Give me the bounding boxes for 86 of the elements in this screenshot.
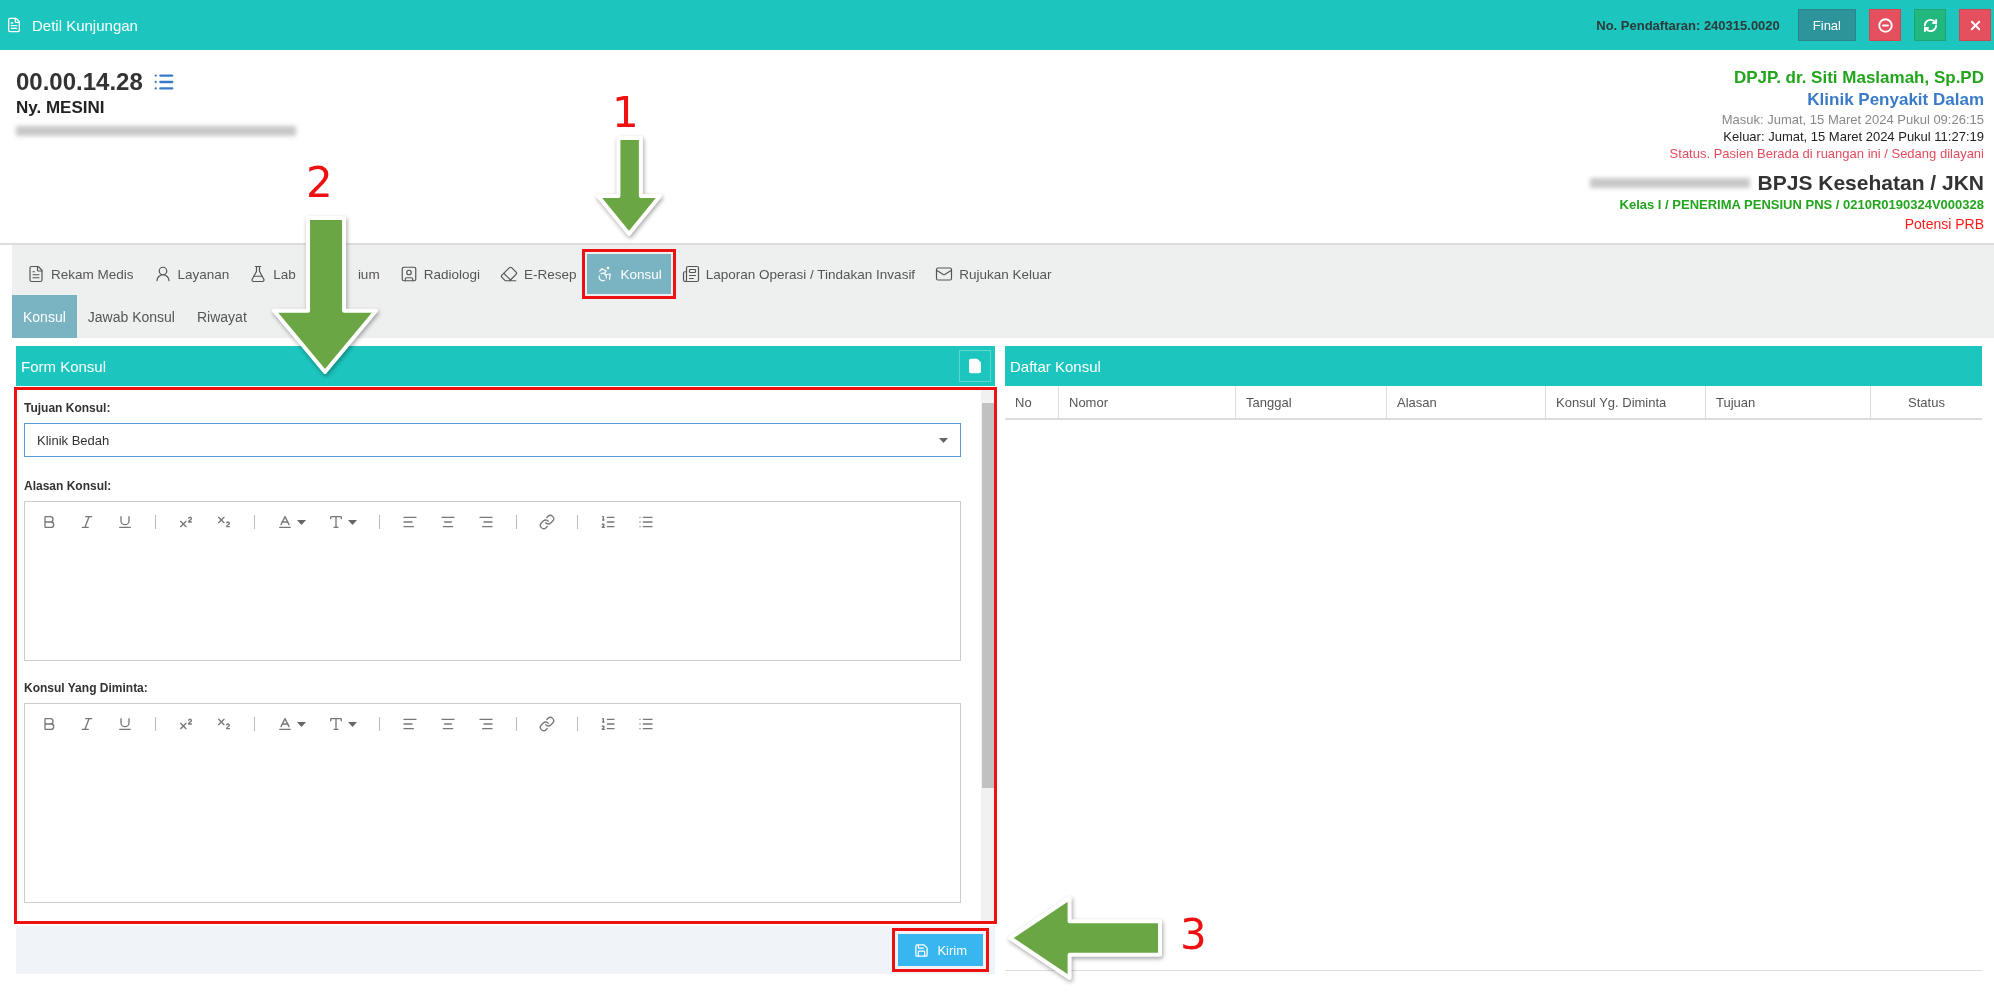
caret-icon xyxy=(348,721,357,727)
id-card-icon xyxy=(399,265,418,283)
bullet-list-icon[interactable] xyxy=(638,514,654,530)
column-header[interactable]: Tujuan xyxy=(1705,386,1870,418)
numbered-list-icon[interactable] xyxy=(600,716,616,732)
clinic-name: Klinik Penyakit Dalam xyxy=(1807,90,1984,110)
column-header[interactable]: Nomor xyxy=(1058,386,1235,418)
highlight-color-icon[interactable] xyxy=(328,716,344,732)
text-color-icon[interactable] xyxy=(277,716,293,732)
align-center-icon[interactable] xyxy=(440,514,456,530)
final-button[interactable]: Final xyxy=(1797,9,1856,41)
entry-time: Masuk: Jumat, 15 Maret 2024 Pukul 09:26:15 xyxy=(1721,112,1984,127)
step-number: 2 xyxy=(306,158,333,207)
sub-tab[interactable]: Riwayat xyxy=(186,295,258,338)
prb-note: Potensi PRB xyxy=(1904,216,1984,232)
bold-icon[interactable] xyxy=(41,716,57,732)
panel-title: Form Konsul xyxy=(21,357,107,375)
numbered-list-icon[interactable] xyxy=(600,514,616,530)
refresh-button[interactable] xyxy=(1914,9,1946,41)
link-icon[interactable] xyxy=(539,514,555,530)
minus-circle-icon xyxy=(1877,17,1893,33)
record-number: 00.00.14.28 xyxy=(16,68,143,96)
document-icon xyxy=(6,17,22,33)
subscript-icon[interactable] xyxy=(216,514,232,530)
column-header[interactable]: No xyxy=(1005,386,1058,418)
visit-status: Status. Pasien Berada di ruangan ini / Sedang dilayani xyxy=(1669,146,1984,161)
underline-icon[interactable] xyxy=(117,514,133,530)
align-left-icon[interactable] xyxy=(402,514,418,530)
column-header[interactable]: Status xyxy=(1870,386,1982,418)
column-header[interactable]: Konsul Yg. Diminta xyxy=(1545,386,1705,418)
field-label: Tujuan Konsul: xyxy=(24,401,112,415)
field-label: Konsul Yang Diminta: xyxy=(24,681,149,695)
list-icon[interactable] xyxy=(152,71,175,93)
align-right-icon[interactable] xyxy=(478,514,494,530)
bold-icon[interactable] xyxy=(41,514,57,530)
patient-name: Ny. MESINI xyxy=(16,98,106,118)
nav-tab[interactable]: E-Resep xyxy=(490,254,586,294)
nav-tab[interactable]: Layanan xyxy=(144,254,239,294)
sub-tab[interactable]: Jawab Konsul xyxy=(76,295,186,338)
text-color-icon[interactable] xyxy=(277,514,293,530)
bullet-list-icon[interactable] xyxy=(638,716,654,732)
mail-icon xyxy=(935,265,954,283)
italic-icon[interactable] xyxy=(79,716,95,732)
payer-name: BPJS Kesehatan / JKN xyxy=(1757,171,1984,195)
nav-tab[interactable]: Rujukan Keluar xyxy=(926,254,1061,294)
subscript-icon[interactable] xyxy=(216,716,232,732)
step-number: 1 xyxy=(612,88,639,137)
doctor-name: DPJP. dr. Siti Maslamah, Sp.PD xyxy=(1733,68,1984,88)
nav-tab[interactable]: Lab ium xyxy=(240,254,389,294)
eraser-icon xyxy=(499,265,518,283)
caret-icon xyxy=(297,721,306,727)
membership-info: Kelas I / PENERIMA PENSIUN PNS / 0210R0190324V000328 xyxy=(1619,197,1984,212)
align-center-icon[interactable] xyxy=(440,716,456,732)
caret-icon xyxy=(348,519,357,525)
field-label: Alasan Konsul: xyxy=(24,479,113,493)
scrollbar[interactable] xyxy=(981,389,995,922)
highlight-color-icon[interactable] xyxy=(328,514,344,530)
refresh-icon xyxy=(1922,17,1938,33)
step-number: 3 xyxy=(1180,910,1207,959)
align-right-icon[interactable] xyxy=(478,716,494,732)
align-left-icon[interactable] xyxy=(402,716,418,732)
caret-icon xyxy=(297,519,306,525)
select-field[interactable]: Klinik Bedah xyxy=(24,423,961,457)
person-icon xyxy=(153,265,172,283)
flask-icon xyxy=(249,265,268,283)
save-icon xyxy=(914,942,930,958)
caret-icon xyxy=(939,437,948,443)
nav-tab[interactable]: Rekam Medis xyxy=(18,254,143,294)
document-icon xyxy=(27,265,45,283)
window-title: Detil Kunjungan xyxy=(32,16,139,34)
column-header[interactable]: Alasan xyxy=(1386,386,1545,418)
nav-tab[interactable]: Radiologi xyxy=(390,254,489,294)
underline-icon[interactable] xyxy=(117,716,133,732)
superscript-icon[interactable] xyxy=(178,514,194,530)
close-button[interactable] xyxy=(1959,9,1991,41)
link-icon[interactable] xyxy=(539,716,555,732)
exit-time: Keluar: Jumat, 15 Maret 2024 Pukul 11:27:19 xyxy=(1723,129,1984,144)
panel-title: Daftar Konsul xyxy=(1010,357,1101,375)
superscript-icon[interactable] xyxy=(178,716,194,732)
registration-number: No. Pendaftaran: 240315.0020 xyxy=(1596,17,1780,33)
nav-tab[interactable]: Laporan Operasi / Tindakan Invasif xyxy=(672,254,925,294)
document-icon xyxy=(967,358,983,374)
column-header[interactable]: Tanggal xyxy=(1235,386,1386,418)
italic-icon[interactable] xyxy=(79,514,95,530)
newspaper-icon xyxy=(681,265,700,283)
remove-button[interactable] xyxy=(1869,9,1901,41)
